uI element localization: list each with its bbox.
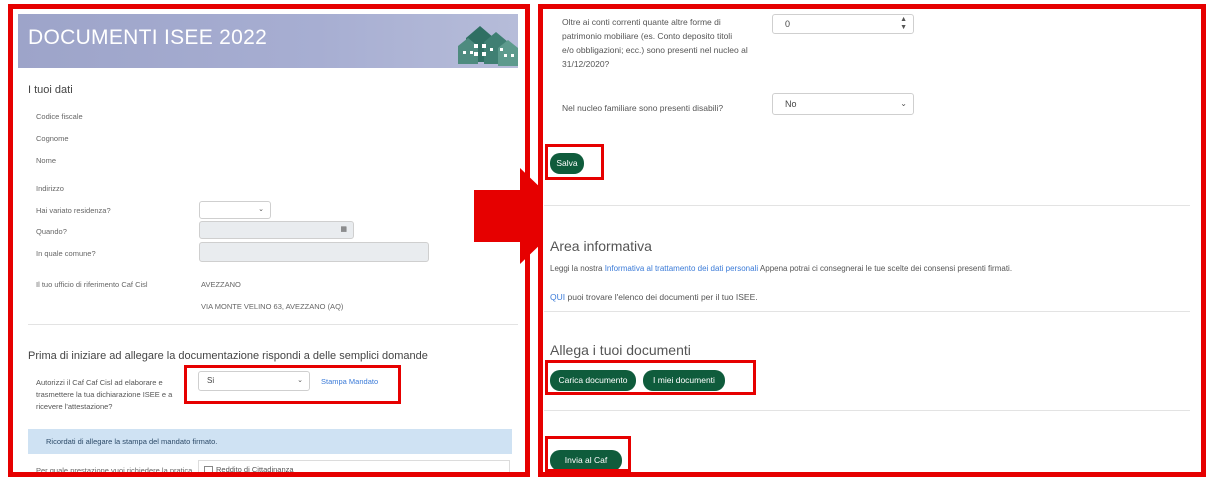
salva-highlight-box bbox=[545, 144, 604, 180]
autorizzi-highlight-box bbox=[184, 365, 401, 404]
right-highlight-frame bbox=[538, 4, 1206, 477]
allega-highlight-box bbox=[545, 360, 756, 395]
invia-highlight-box bbox=[545, 436, 631, 472]
left-highlight-frame bbox=[8, 4, 530, 477]
